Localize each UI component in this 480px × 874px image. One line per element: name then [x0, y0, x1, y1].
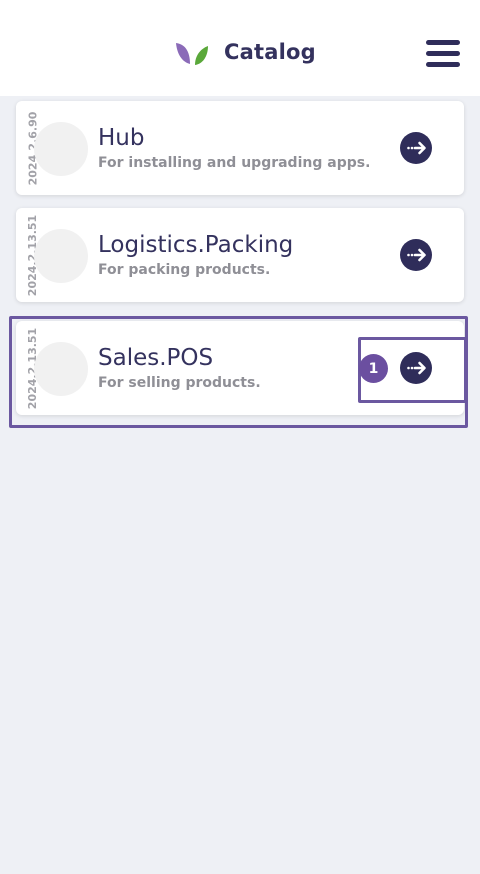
app-avatar: [34, 122, 88, 176]
app-description: For installing and upgrading apps.: [98, 155, 371, 171]
arrow-right-icon: [407, 248, 426, 262]
page-title: Catalog: [224, 40, 316, 64]
arrow-right-icon: [407, 141, 426, 155]
app-header: Catalog: [0, 0, 480, 96]
open-app-button[interactable]: [400, 132, 432, 164]
app-description: For packing products.: [98, 262, 271, 278]
app-name: Logistics.Packing: [98, 232, 294, 258]
leaf-logo-icon: [176, 43, 208, 65]
hamburger-menu-icon[interactable]: [426, 40, 460, 68]
app-avatar: [34, 229, 88, 283]
app-card-logistics-packing: 2024.2.13.51 Logistics.Packing For packi…: [16, 208, 464, 302]
step-badge: 1: [359, 354, 388, 383]
app-card-hub: 2024.2.6.90 Hub For installing and upgra…: [16, 101, 464, 195]
app-name: Hub: [98, 125, 145, 151]
open-app-button[interactable]: [400, 239, 432, 271]
